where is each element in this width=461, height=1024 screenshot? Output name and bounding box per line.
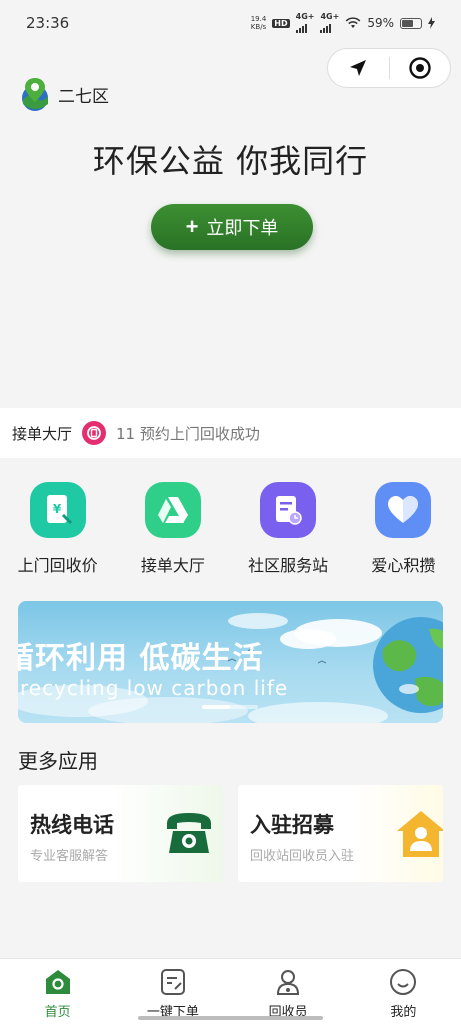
status-time: 23:36 xyxy=(26,14,70,32)
quick-entry-label: 社区服务站 xyxy=(248,556,329,575)
phone-icon xyxy=(167,813,211,853)
location-arrow-button[interactable] xyxy=(328,49,389,87)
earth-icon xyxy=(373,617,443,713)
tab-quick-order[interactable]: 一键下单 xyxy=(115,959,230,1024)
card-subtitle: 专业客服解答 xyxy=(30,849,109,864)
home-icon xyxy=(45,970,70,994)
profile-icon xyxy=(390,969,417,995)
banner-subtitle: recycling low carbon life xyxy=(20,676,289,700)
slogan: 环保公益 你我同行 xyxy=(92,142,369,180)
bottom-tabbar: 首页 一键下单 回收员 我的 xyxy=(0,958,461,1024)
order-now-label: 立即下单 xyxy=(206,218,279,238)
quick-entry-order-hall[interactable]: 接单大厅 xyxy=(115,470,230,588)
card-title: 入驻招募 xyxy=(250,813,334,837)
tab-home[interactable]: 首页 xyxy=(0,959,115,1024)
service-station-icon xyxy=(260,482,317,538)
card-subtitle: 回收站回收员入驻 xyxy=(250,849,355,864)
charging-icon xyxy=(428,17,435,29)
heart-icon xyxy=(375,482,432,538)
signal-icon-2: 4G+ xyxy=(320,13,339,33)
recruit-card[interactable]: 入驻招募 回收站回收员入驻 xyxy=(238,785,443,882)
notice-message: 11 预约上门回收成功 xyxy=(116,424,260,443)
target-icon xyxy=(409,57,431,79)
promo-banner[interactable]: 循环利用 低碳生活 recycling low carbon life xyxy=(18,601,443,723)
signal-icon-1: 4G+ xyxy=(295,13,314,33)
status-bar: 23:36 19.4 KB/s HD 4G+ 4G+ 59% xyxy=(0,0,461,46)
quick-entry-grid: ¥ 上门回收价 接单大厅 社区服务站 爱心积攒 xyxy=(0,470,461,588)
banner-title: 循环利用 低碳生活 xyxy=(18,641,264,676)
miniprogram-capsule xyxy=(327,48,451,88)
quick-entry-recycle-price[interactable]: ¥ 上门回收价 xyxy=(0,470,115,588)
hotline-card[interactable]: 热线电话 专业客服解答 xyxy=(18,785,223,882)
notice-title: 接单大厅 xyxy=(12,424,73,443)
location-pin-logo-icon xyxy=(22,78,48,111)
quick-entry-label: 上门回收价 xyxy=(17,556,98,575)
hd-badge: HD xyxy=(272,18,290,28)
more-apps-title: 更多应用 xyxy=(18,749,98,773)
tab-profile[interactable]: 我的 xyxy=(346,959,461,1024)
battery-icon xyxy=(400,17,422,29)
order-now-button[interactable]: + 立即下单 xyxy=(151,204,313,250)
location-selector[interactable]: 二七区 xyxy=(18,76,109,112)
recycler-icon xyxy=(277,970,300,995)
banner-pagination xyxy=(202,705,258,709)
recruit-house-icon xyxy=(397,811,443,857)
plus-icon: + xyxy=(185,214,199,239)
tab-label: 首页 xyxy=(44,1005,71,1020)
close-target-button[interactable] xyxy=(390,49,451,87)
svg-text:¥: ¥ xyxy=(52,502,61,516)
notice-badge-icon xyxy=(82,421,107,445)
price-tag-icon: ¥ xyxy=(29,482,86,538)
quick-entry-service-station[interactable]: 社区服务站 xyxy=(231,470,346,588)
card-title: 热线电话 xyxy=(30,813,114,837)
status-indicators: 19.4 KB/s HD 4G+ 4G+ 59% xyxy=(251,13,435,33)
quick-entry-label: 爱心积攒 xyxy=(371,556,436,575)
notice-bar[interactable]: 接单大厅 11 预约上门回收成功 xyxy=(0,408,461,458)
battery-percent: 59% xyxy=(367,16,394,30)
order-icon xyxy=(160,969,185,995)
home-indicator xyxy=(138,1016,323,1020)
order-hall-icon xyxy=(144,482,201,538)
tab-label: 我的 xyxy=(390,1005,417,1020)
quick-entry-love-points[interactable]: 爱心积攒 xyxy=(346,470,461,588)
tab-recycler[interactable]: 回收员 xyxy=(231,959,346,1024)
network-speed: 19.4 KB/s xyxy=(250,15,267,31)
location-name: 二七区 xyxy=(58,86,109,107)
location-arrow-icon xyxy=(350,60,367,76)
quick-entry-label: 接单大厅 xyxy=(140,556,205,575)
wifi-icon xyxy=(345,17,361,28)
